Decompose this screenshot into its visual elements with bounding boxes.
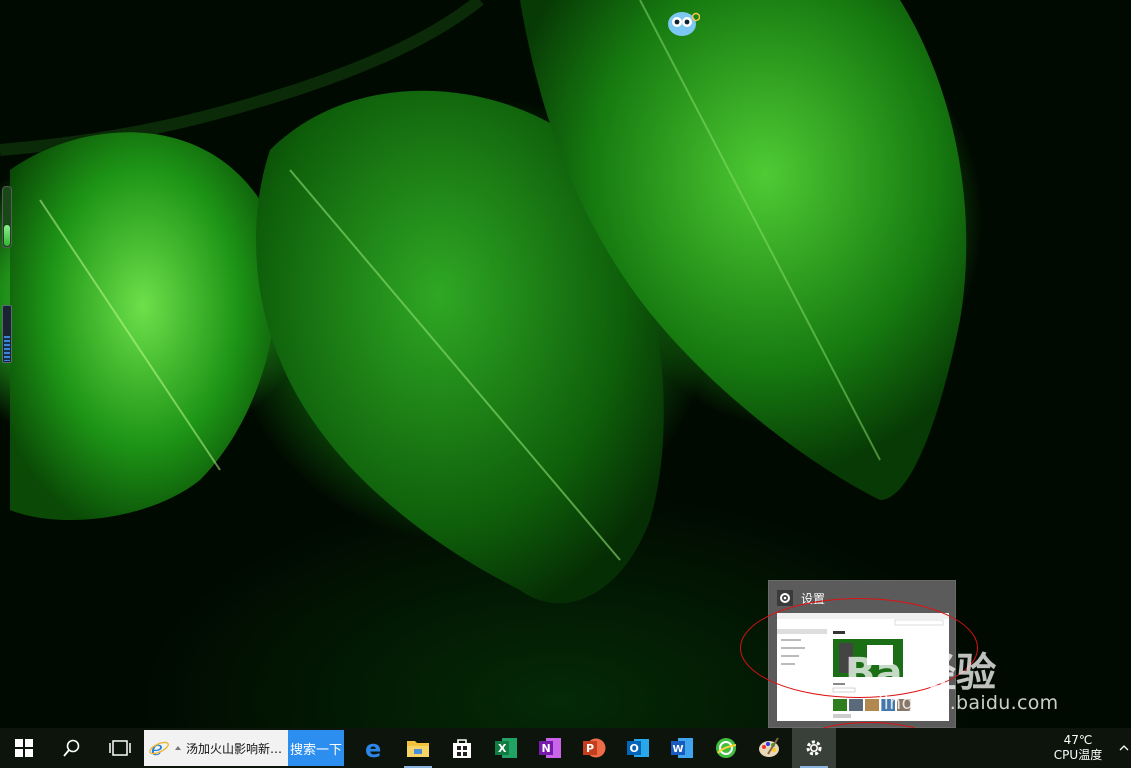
taskbar-app-360-browser[interactable]	[704, 728, 748, 768]
network-gauge-fill	[4, 335, 10, 361]
thumbnail-header: 设置	[777, 589, 825, 607]
svg-text:e: e	[151, 738, 163, 758]
svg-text:W: W	[673, 744, 684, 755]
excel-icon: X	[495, 738, 517, 758]
taskbar-app-file-explorer[interactable]	[396, 728, 440, 768]
taskbar-app-edge[interactable]: e	[352, 728, 396, 768]
search-box-text: 汤加火山影响新…	[186, 741, 283, 756]
task-view-icon	[109, 740, 131, 756]
desktop-wallpaper	[0, 0, 1131, 728]
memory-gauge[interactable]	[2, 186, 12, 248]
powerpoint-icon: P	[583, 738, 606, 758]
start-button[interactable]	[0, 728, 48, 768]
search-input[interactable]: e 汤加火山影响新…	[144, 730, 288, 766]
outlook-icon: O	[627, 739, 649, 757]
onenote-icon: N	[539, 738, 561, 758]
store-icon	[453, 739, 471, 758]
cpu-temp-label: CPU温度	[1053, 748, 1103, 762]
folder-icon	[407, 741, 429, 757]
svg-text:P: P	[586, 742, 594, 755]
cpu-temp-value: 47℃	[1063, 733, 1093, 747]
360-browser-icon	[716, 738, 737, 758]
taskbar-app-word[interactable]: W	[660, 728, 704, 768]
task-view-button[interactable]	[96, 728, 144, 768]
settings-gear-icon	[777, 590, 793, 606]
chevron-up-icon[interactable]	[1118, 738, 1130, 758]
svg-text:e: e	[365, 736, 381, 760]
search-icon	[63, 739, 80, 757]
ie-icon: e	[149, 738, 169, 758]
svg-text:N: N	[542, 742, 551, 755]
taskbar-app-settings[interactable]	[792, 728, 836, 768]
search-taskbar-button[interactable]	[48, 728, 96, 768]
chevron-up-icon	[175, 746, 181, 750]
windows-logo-icon	[15, 739, 33, 757]
taskbar-app-excel[interactable]: X	[484, 728, 528, 768]
taskbar-app-store[interactable]	[440, 728, 484, 768]
leaf-illustration	[0, 0, 967, 604]
watermark-brand: Bai经验	[845, 650, 997, 696]
taskbar-app-powerpoint[interactable]: P	[572, 728, 616, 768]
word-icon: W	[671, 738, 693, 758]
taskbar-app-onenote[interactable]: N	[528, 728, 572, 768]
edge-icon: e	[365, 736, 381, 760]
taskbar: e 汤加火山影响新… 搜索一下 e X N P O W 47℃ CPU温度	[0, 728, 1131, 768]
paint-palette-icon	[759, 737, 779, 757]
cpu-temperature-tray[interactable]: 47℃ CPU温度	[1050, 728, 1106, 768]
network-gauge[interactable]	[2, 305, 12, 363]
svg-text:O: O	[630, 742, 639, 755]
taskbar-app-paint[interactable]	[748, 728, 792, 768]
memory-gauge-fill	[4, 225, 10, 246]
search-button[interactable]: 搜索一下	[288, 730, 344, 766]
desktop-mascot-icon[interactable]	[666, 8, 700, 38]
watermark-url: jingyan.baidu.com	[878, 692, 1059, 714]
svg-text:X: X	[498, 742, 507, 755]
thumbnail-title: 设置	[801, 591, 826, 606]
settings-gear-icon	[806, 740, 822, 756]
taskbar-app-outlook[interactable]: O	[616, 728, 660, 768]
baidu-jingyan-watermark: Bai经验 jingyan.baidu.com	[845, 640, 1075, 736]
